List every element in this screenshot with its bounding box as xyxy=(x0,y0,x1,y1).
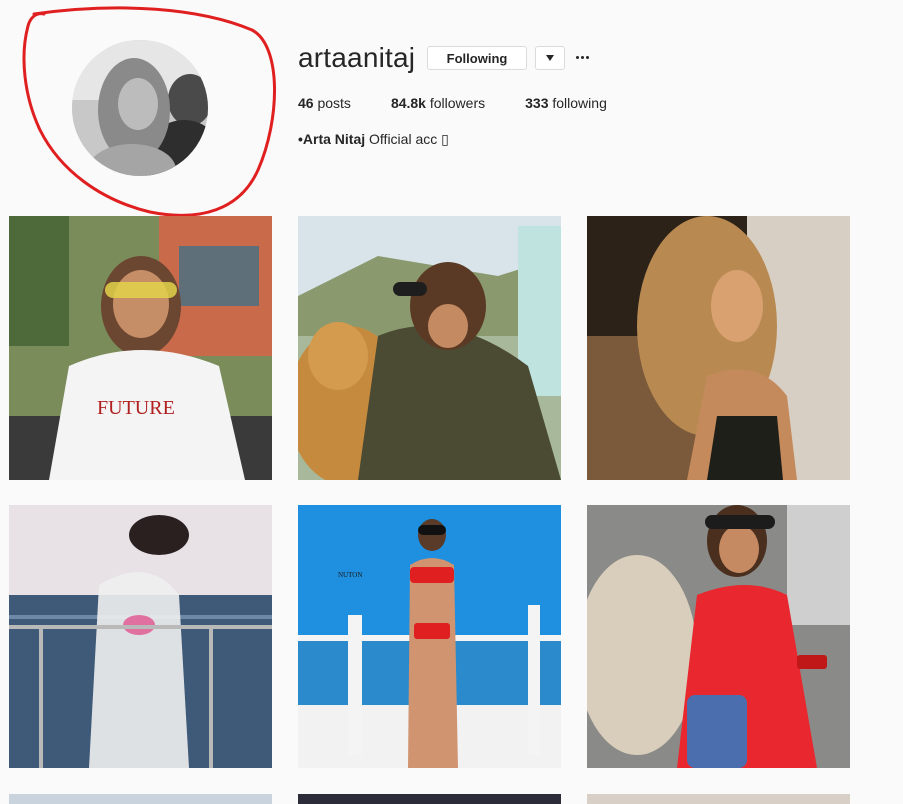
svg-text:FUTURE: FUTURE xyxy=(97,397,175,419)
post-image xyxy=(9,505,272,768)
post-image xyxy=(298,216,561,480)
post-tile[interactable] xyxy=(587,505,850,768)
post-image: NUTON xyxy=(298,505,561,768)
post-tile[interactable] xyxy=(587,794,850,804)
post-tile[interactable]: FUTURE xyxy=(9,216,272,480)
post-image xyxy=(9,794,272,804)
post-image xyxy=(298,794,561,804)
post-tile[interactable] xyxy=(9,794,272,804)
post-tile[interactable]: NUTON xyxy=(298,505,561,768)
post-image xyxy=(587,216,850,480)
post-image: FUTURE xyxy=(9,216,272,480)
post-tile[interactable] xyxy=(587,216,850,480)
post-tile[interactable] xyxy=(9,505,272,768)
post-image xyxy=(587,794,850,804)
post-image xyxy=(587,505,850,768)
svg-text:NUTON: NUTON xyxy=(338,571,362,579)
post-tile[interactable] xyxy=(298,216,561,480)
posts-grid: FUTURE NUTON xyxy=(0,0,903,804)
post-tile[interactable] xyxy=(298,794,561,804)
